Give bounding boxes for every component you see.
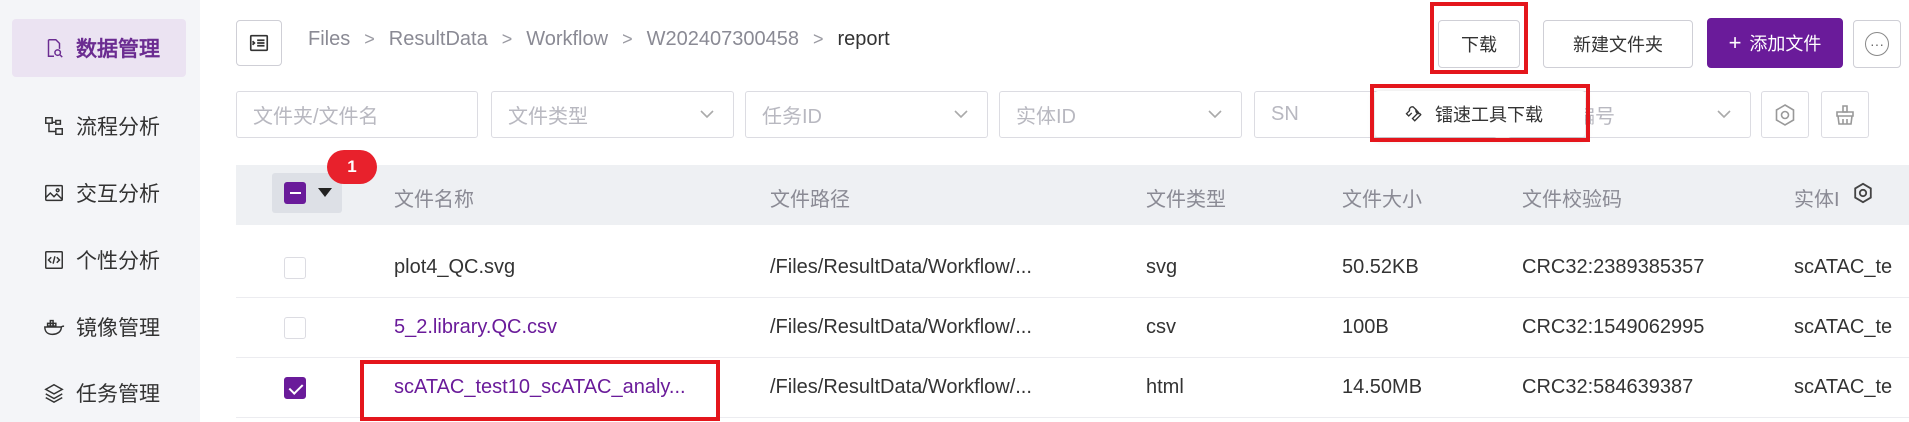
download-button-label: 下载 (1461, 35, 1497, 55)
file-search-icon (42, 36, 66, 60)
file-path: /Files/ResultData/Workflow/... (770, 376, 1032, 398)
breadcrumb-item-resultdata[interactable]: ResultData (389, 28, 488, 51)
column-header-file-path[interactable]: 文件路径 (770, 183, 850, 212)
clear-filter-button[interactable] (1821, 91, 1869, 138)
entity-id: scATAC_te (1794, 256, 1893, 278)
placeholder: 任务ID (762, 106, 822, 128)
sidebar-item-label: 交互分析 (76, 183, 160, 206)
placeholder: 文件类型 (508, 106, 588, 128)
table-header: 文件名称 文件路径 文件类型 文件大小 文件校验码 实体I (236, 165, 1909, 225)
settings-filter-button[interactable] (1761, 91, 1809, 138)
table-row[interactable]: plot4_QC.svg /Files/ResultData/Workflow/… (236, 238, 1909, 298)
wrench-icon (1405, 106, 1422, 122)
column-header-checksum[interactable]: 文件校验码 (1522, 183, 1622, 212)
chevron-right-icon: > (812, 29, 824, 49)
file-path: /Files/ResultData/Workflow/... (770, 256, 1032, 278)
chevron-down-icon (700, 110, 714, 119)
plus-icon: + (1728, 30, 1742, 55)
file-checksum: CRC32:1549062995 (1522, 316, 1705, 338)
entity-id-select[interactable]: 实体ID (999, 91, 1242, 138)
breadcrumb: Files > ResultData > Workflow > W2024073… (308, 28, 890, 51)
sidebar-item-image-management[interactable]: 镜像管理 (12, 298, 186, 356)
file-size: 50.52KB (1342, 256, 1419, 278)
row-checkbox[interactable] (284, 317, 306, 339)
sidebar-item-interactive-analysis[interactable]: 交互分析 (12, 164, 186, 222)
sidebar-item-label: 数据管理 (76, 38, 160, 61)
code-file-icon (42, 248, 66, 272)
file-type: html (1146, 376, 1184, 398)
file-name-search-input[interactable]: 文件夹/文件名 (236, 91, 478, 138)
broom-icon (1836, 104, 1854, 125)
download-menu-item-label: 镭速工具下载 (1435, 105, 1543, 125)
sidebar-item-custom-analysis[interactable]: 个性分析 (12, 231, 186, 289)
placeholder: SN (1271, 103, 1299, 125)
sidebar-item-data-management[interactable]: 数据管理 (12, 19, 186, 77)
chevron-down-icon (954, 110, 968, 119)
placeholder: 文件夹/文件名 (253, 106, 379, 128)
chevron-right-icon: > (364, 29, 375, 49)
chevron-right-icon: > (501, 29, 513, 49)
docker-icon (42, 315, 66, 339)
file-size: 100B (1342, 316, 1389, 338)
column-header-file-type[interactable]: 文件类型 (1146, 183, 1226, 212)
flow-icon (42, 114, 66, 138)
entity-id: scATAC_te (1794, 316, 1893, 338)
sidebar-item-label: 流程分析 (76, 116, 160, 139)
file-path: /Files/ResultData/Workflow/... (770, 316, 1032, 338)
breadcrumb-item-files[interactable]: Files (308, 28, 350, 51)
column-header-entity-id[interactable]: 实体I (1794, 183, 1840, 212)
row-checkbox[interactable] (284, 257, 306, 279)
column-settings-icon[interactable] (1852, 182, 1874, 204)
more-options-button[interactable]: ··· (1853, 20, 1901, 68)
new-folder-button-label: 新建文件夹 (1573, 35, 1663, 55)
file-checksum: CRC32:584639387 (1522, 376, 1694, 398)
menu-fold-icon (249, 34, 269, 52)
image-icon (42, 181, 66, 205)
breadcrumb-item-workflow[interactable]: Workflow (526, 28, 608, 51)
column-header-file-name[interactable]: 文件名称 (394, 183, 474, 212)
table-row[interactable]: 5_2.library.QC.csv /Files/ResultData/Wor… (236, 298, 1909, 358)
breadcrumb-item-current: report (837, 28, 890, 50)
row-checkbox[interactable] (284, 377, 306, 399)
table-row[interactable]: scATAC_test10_scATAC_analy... /Files/Res… (236, 358, 1909, 418)
chevron-down-icon (1208, 110, 1222, 119)
settings-icon (1775, 103, 1795, 126)
chevron-right-icon: > (622, 29, 633, 49)
column-header-file-size[interactable]: 文件大小 (1342, 183, 1422, 212)
file-type: csv (1146, 316, 1176, 338)
new-folder-button[interactable]: 新建文件夹 (1543, 20, 1693, 68)
file-size: 14.50MB (1342, 376, 1423, 398)
file-name[interactable]: plot4_QC.svg (394, 256, 515, 279)
select-all-checkbox[interactable] (284, 182, 306, 204)
file-name-link[interactable]: scATAC_test10_scATAC_analy... (394, 376, 686, 399)
entity-id: scATAC_te (1794, 376, 1893, 398)
caret-down-icon[interactable] (318, 188, 332, 197)
sidebar-item-label: 镜像管理 (76, 317, 160, 340)
file-checksum: CRC32:2389385357 (1522, 256, 1705, 278)
collapse-sidebar-button[interactable] (236, 20, 282, 66)
sidebar-item-label: 个性分析 (76, 250, 160, 273)
sidebar-item-task-management[interactable]: 任务管理 (12, 364, 186, 422)
sidebar: 数据管理 流程分析 交互分析 个性分析 镜像管理 任务管理 (0, 0, 200, 422)
file-name-link[interactable]: 5_2.library.QC.csv (394, 316, 557, 339)
selected-count-badge: 1 (327, 150, 377, 184)
more-icon: ··· (1865, 32, 1889, 56)
task-id-select[interactable]: 任务ID (745, 91, 988, 138)
chevron-down-icon (1717, 110, 1731, 119)
breadcrumb-item-run[interactable]: W202407300458 (647, 28, 799, 51)
download-button[interactable]: 下载 (1438, 20, 1520, 68)
download-menu-item-raysync[interactable]: 镭速工具下载 (1375, 91, 1585, 137)
layers-icon (42, 381, 66, 405)
file-type-select[interactable]: 文件类型 (491, 91, 734, 138)
sidebar-item-workflow-analysis[interactable]: 流程分析 (12, 97, 186, 155)
placeholder: 实体ID (1016, 106, 1076, 128)
add-file-button[interactable]: + 添加文件 (1707, 18, 1843, 68)
sidebar-item-label: 任务管理 (76, 383, 160, 406)
add-file-button-label: 添加文件 (1749, 34, 1822, 54)
file-type: svg (1146, 256, 1178, 278)
